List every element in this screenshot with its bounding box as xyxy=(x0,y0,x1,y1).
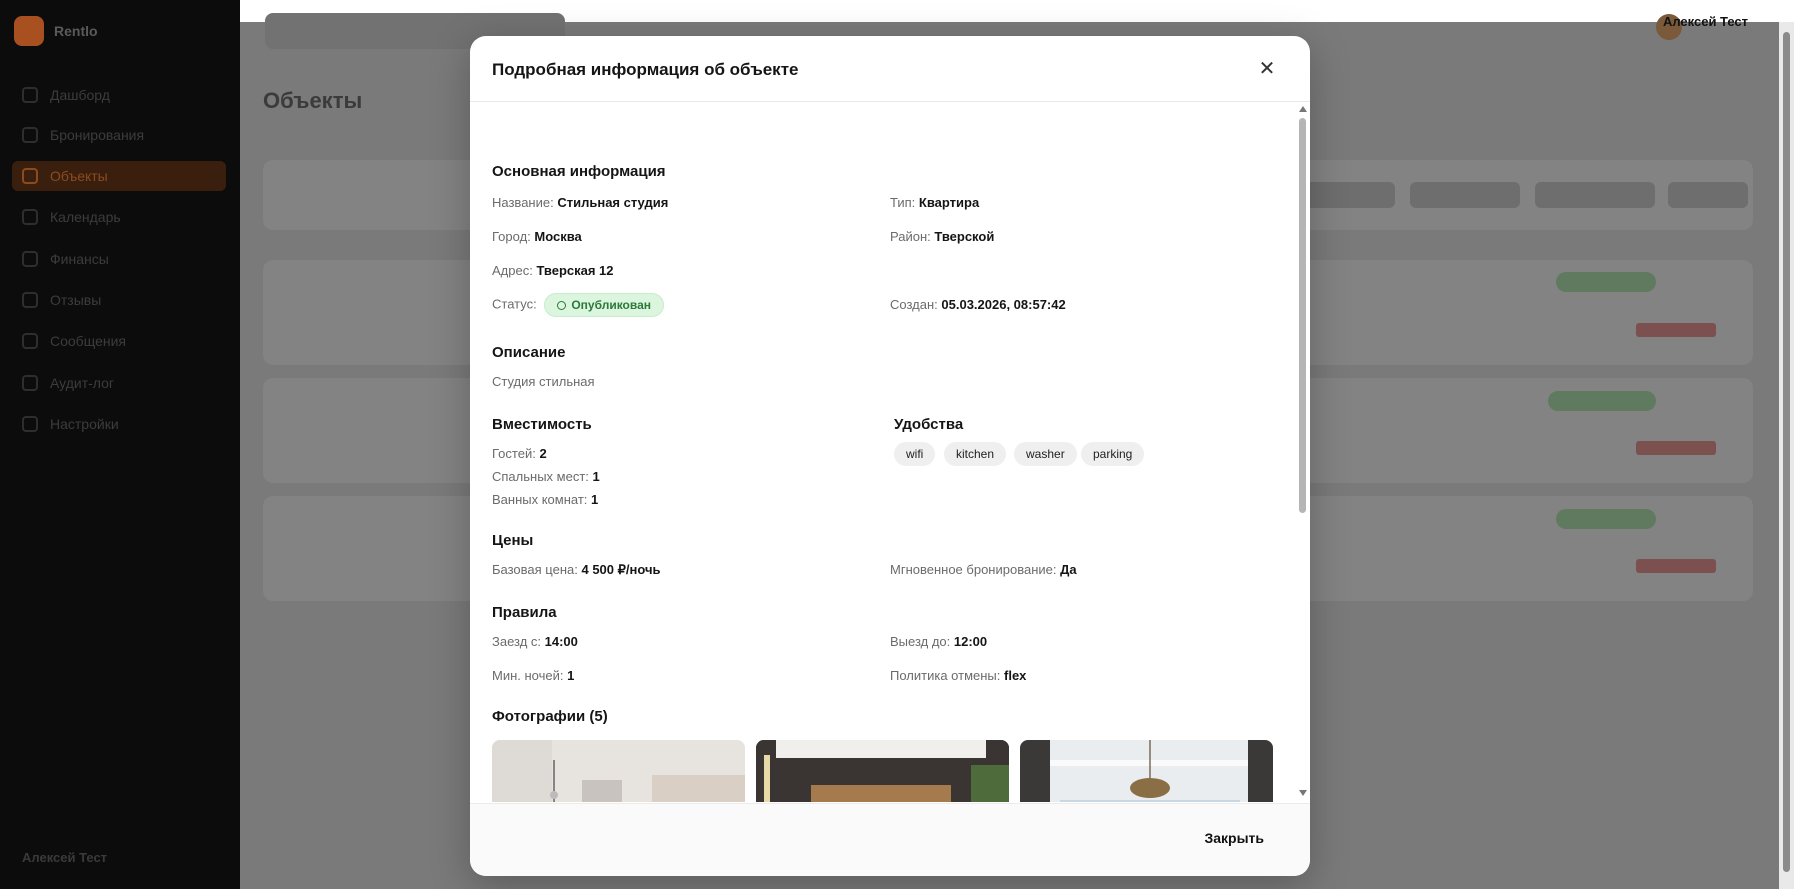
properties-icon xyxy=(22,168,38,184)
scroll-up-arrow-icon[interactable] xyxy=(1299,106,1307,112)
modal-header: Подробная информация об объекте ✕ xyxy=(470,36,1310,102)
photo-kitchen-light xyxy=(492,740,745,802)
property-photo[interactable] xyxy=(756,740,1009,802)
field-cancel-policy: Политика отмены: flex xyxy=(890,668,1027,683)
delete-link[interactable] xyxy=(1636,441,1716,455)
sidebar-item-reviews[interactable]: Отзывы xyxy=(22,285,222,315)
check-circle-icon xyxy=(557,300,567,310)
field-city: Город: Москва xyxy=(492,229,582,244)
delete-link[interactable] xyxy=(1636,323,1716,337)
section-basic-heading: Основная информация xyxy=(492,163,666,180)
bookings-icon xyxy=(22,127,38,143)
sidebar-item-finance[interactable]: Финансы xyxy=(22,244,222,274)
modal-body[interactable]: Основная информация Название: Стильная с… xyxy=(470,102,1310,802)
close-button[interactable]: Закрыть xyxy=(1204,830,1264,846)
amenity-tag: washer xyxy=(1014,442,1077,466)
field-type: Тип: Квартира xyxy=(890,195,980,210)
filter-pill[interactable] xyxy=(1535,182,1655,208)
sidebar-item-audit[interactable]: Аудит-лог xyxy=(22,368,222,398)
field-guests: Гостей: 2 xyxy=(492,446,547,461)
calendar-icon xyxy=(22,209,38,225)
field-baths: Ванных комнат: 1 xyxy=(492,492,599,507)
field-checkout: Выезд до: 12:00 xyxy=(890,634,988,649)
field-base-price: Базовая цена: 4 500 ₽/ночь xyxy=(492,562,661,577)
section-description-heading: Описание xyxy=(492,344,566,361)
property-photo[interactable] xyxy=(492,740,745,802)
property-photo[interactable] xyxy=(1020,740,1273,802)
sidebar-item-properties[interactable]: Объекты xyxy=(12,161,226,191)
page-scrollbar[interactable] xyxy=(1779,22,1794,889)
finance-icon xyxy=(22,251,38,267)
description-text: Студия стильная xyxy=(492,374,595,389)
section-capacity-heading: Вместимость xyxy=(492,416,592,433)
dashboard-icon xyxy=(22,87,38,103)
modal-scrollbar-thumb[interactable] xyxy=(1299,118,1306,513)
section-photos-heading: Фотографии (5) xyxy=(492,708,608,725)
filter-pill[interactable] xyxy=(1668,182,1748,208)
status-badge xyxy=(1556,509,1656,529)
status-badge xyxy=(1548,391,1656,411)
field-name: Название: Стильная студия xyxy=(492,195,669,210)
delete-link[interactable] xyxy=(1636,559,1716,573)
topbar-user-name: Алексей Тест xyxy=(1662,14,1748,29)
logo-text: Rentlo xyxy=(54,23,98,39)
logo-icon xyxy=(14,16,44,46)
page-title: Объекты xyxy=(263,88,363,113)
sidebar-item-dashboard[interactable]: Дашборд xyxy=(22,80,222,110)
section-rules-heading: Правила xyxy=(492,604,557,621)
modal-title: Подробная информация об объекте xyxy=(492,60,799,79)
field-created: Создан: 05.03.2026, 08:57:42 xyxy=(890,297,1066,312)
status-badge xyxy=(1556,272,1656,292)
status-badge: Опубликован xyxy=(544,293,665,317)
field-instant-booking: Мгновенное бронирование: Да xyxy=(890,562,1077,577)
gear-icon xyxy=(22,416,38,432)
sidebar: Rentlo Дашборд Бронирования Объекты Кале… xyxy=(0,0,240,889)
sidebar-user-name: Алексей Тест xyxy=(22,850,108,865)
amenity-tag: kitchen xyxy=(944,442,1007,466)
field-beds: Спальных мест: 1 xyxy=(492,469,600,484)
filter-pill[interactable] xyxy=(1300,182,1395,208)
field-status: Статус: Опубликован xyxy=(492,293,665,317)
filter-pill[interactable] xyxy=(1410,182,1520,208)
photo-kitchen-dark xyxy=(756,740,1009,802)
photo-dining-room xyxy=(1020,740,1273,802)
field-address: Адрес: Тверская 12 xyxy=(492,263,614,278)
section-amenities-heading: Удобства xyxy=(894,416,964,433)
reviews-icon xyxy=(22,292,38,308)
section-prices-heading: Цены xyxy=(492,532,534,549)
page-scrollbar-thumb[interactable] xyxy=(1783,32,1790,872)
sidebar-item-bookings[interactable]: Бронирования xyxy=(22,120,222,150)
audit-icon xyxy=(22,375,38,391)
modal-scrollbar[interactable] xyxy=(1298,102,1308,802)
field-district: Район: Тверской xyxy=(890,229,995,244)
amenity-tag: wifi xyxy=(894,442,936,466)
modal-footer: Закрыть xyxy=(470,803,1310,876)
messages-icon xyxy=(22,333,38,349)
close-icon[interactable]: ✕ xyxy=(1256,58,1278,80)
amenity-tag: parking xyxy=(1081,442,1145,466)
property-details-modal: Подробная информация об объекте ✕ Основн… xyxy=(470,36,1310,876)
field-checkin: Заезд с: 14:00 xyxy=(492,634,578,649)
field-min-nights: Мин. ночей: 1 xyxy=(492,668,575,683)
sidebar-item-settings[interactable]: Настройки xyxy=(22,409,222,439)
scroll-down-arrow-icon[interactable] xyxy=(1299,790,1307,796)
sidebar-item-messages[interactable]: Сообщения xyxy=(22,326,222,356)
sidebar-item-calendar[interactable]: Календарь xyxy=(22,202,222,232)
